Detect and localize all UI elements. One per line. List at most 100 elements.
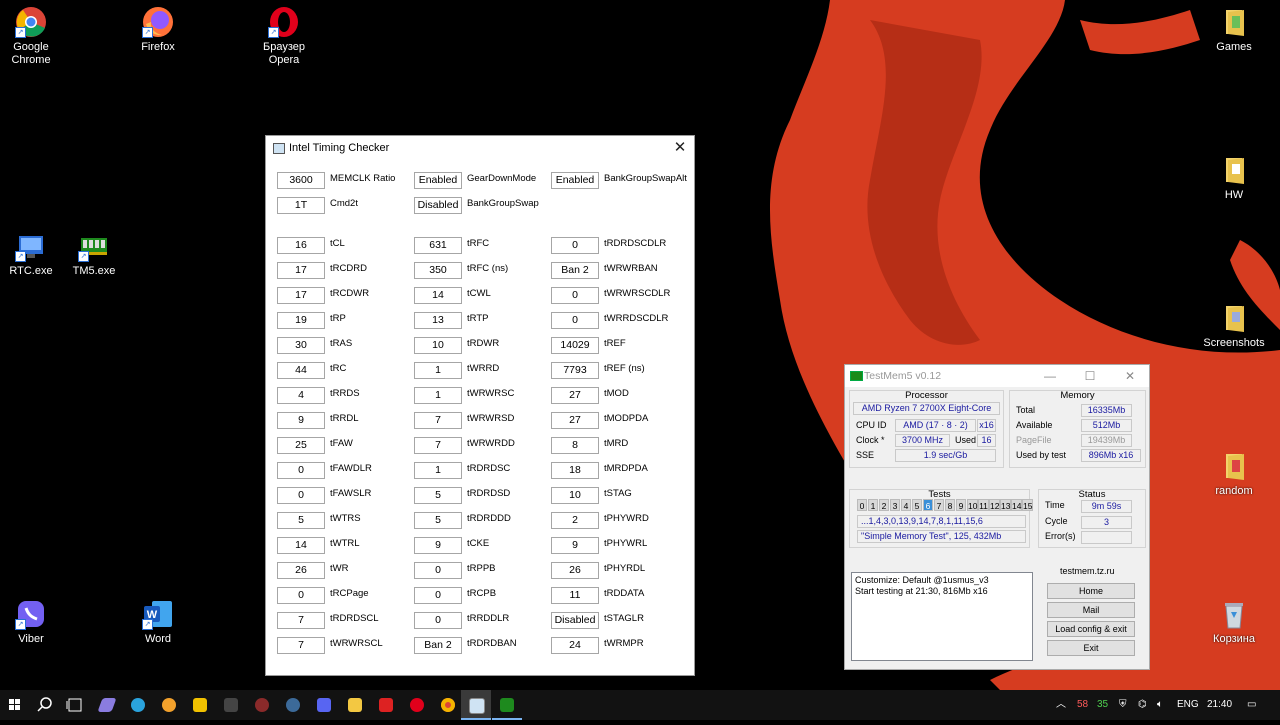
test-cell: 3 — [890, 499, 900, 511]
desktop-icon-opera[interactable]: ↗ Браузер Opera — [252, 6, 316, 67]
taskbar: ︿ 58 35 ⛨ ⌬ 🔈︎ ENG 21:40 ▭ — [0, 690, 1280, 720]
volume-icon[interactable]: 🔈︎ — [1157, 690, 1163, 720]
desktop-icon-viber[interactable]: ↗ Viber — [0, 598, 63, 646]
timing-label: tRFC — [467, 238, 490, 249]
desktop-icon-word[interactable]: W ↗ Word — [126, 598, 190, 646]
taskbar-app-feather[interactable] — [92, 690, 122, 720]
timing-value: 14 — [277, 537, 325, 554]
timing-label: tREF (ns) — [604, 363, 645, 374]
close-icon[interactable]: ✕ — [1117, 367, 1143, 385]
clock[interactable]: 21:40 — [1207, 690, 1232, 720]
timing-label: tRP — [330, 313, 346, 324]
taskbar-app-red[interactable] — [247, 690, 277, 720]
minimize-icon[interactable]: — — [1037, 367, 1063, 385]
desktop-icon-games[interactable]: Games — [1202, 6, 1266, 54]
timing-label: tRDRDDD — [467, 513, 511, 524]
desktop-icon-rtc[interactable]: ↗ RTC.exe — [0, 230, 63, 278]
test-cell: 5 — [912, 499, 922, 511]
taskbar-app-discord[interactable] — [309, 690, 339, 720]
task-view-button[interactable] — [60, 690, 90, 720]
available-label: Available — [1016, 420, 1053, 430]
taskbar-app-tm5[interactable] — [492, 690, 522, 720]
timing-label: tPHYWRD — [604, 513, 649, 524]
timing-value: 9 — [551, 537, 599, 554]
folder-icon — [1218, 450, 1250, 482]
taskbar-app-game[interactable] — [216, 690, 246, 720]
timing-value: 5 — [277, 512, 325, 529]
timing-value: 10 — [414, 337, 462, 354]
exit-button[interactable]: Exit — [1047, 640, 1135, 656]
download-icon — [379, 698, 393, 712]
taskbar-app-explorer[interactable] — [340, 690, 370, 720]
chrome-icon: ↗ — [15, 6, 47, 38]
timing-value: Enabled — [551, 172, 599, 189]
opera-icon: ↗ — [268, 6, 300, 38]
timing-label: tWRWRSD — [467, 413, 515, 424]
timing-value: 350 — [414, 262, 462, 279]
language-indicator[interactable]: ENG — [1177, 690, 1199, 720]
load-config-exit-button[interactable]: Load config & exit — [1047, 621, 1135, 637]
timing-value: 7 — [277, 612, 325, 629]
pagefile-value: 19439Mb — [1081, 434, 1132, 447]
taskbar-app-telegram[interactable] — [123, 690, 153, 720]
timing-value: 7793 — [551, 362, 599, 379]
timing-label: tMOD — [604, 388, 629, 399]
window-titlebar[interactable]: TestMem5 v0.12 — ☐ ✕ — [845, 365, 1149, 387]
timing-value: 8 — [551, 437, 599, 454]
desktop-icon-chrome[interactable]: ↗ Google Chrome — [0, 6, 63, 67]
desktop-icon-firefox[interactable]: ↗ Firefox — [126, 6, 190, 54]
desktop-icon-screenshots[interactable]: Screenshots — [1202, 302, 1266, 350]
desktop-icon-label: HW — [1224, 189, 1244, 201]
timing-value: 5 — [414, 512, 462, 529]
viber-icon: ↗ — [15, 598, 47, 630]
notifications-icon[interactable]: ▭ — [1247, 690, 1256, 720]
mail-button[interactable]: Mail — [1047, 602, 1135, 618]
network-icon[interactable]: ⌬ — [1138, 690, 1147, 720]
timing-label: tRCPB — [467, 588, 497, 599]
desktop-icon-label: Screenshots — [1203, 337, 1265, 349]
timing-value: 26 — [551, 562, 599, 579]
timing-value: 24 — [551, 637, 599, 654]
test-cell: 2 — [879, 499, 889, 511]
desktop-icon-random[interactable]: random — [1202, 450, 1266, 498]
timing-value: 3600 — [277, 172, 325, 189]
taskbar-app-bolt[interactable] — [185, 690, 215, 720]
start-button[interactable] — [0, 690, 30, 720]
timing-label: tWR — [330, 563, 349, 574]
test-sequence: ...1,4,3,0,13,9,14,7,8,1,11,15,6 — [857, 515, 1026, 528]
test-cell: 4 — [901, 499, 911, 511]
home-button[interactable]: Home — [1047, 583, 1135, 599]
tray-chevron-icon[interactable]: ︿ — [1056, 690, 1066, 720]
timing-label: tRC — [330, 363, 347, 374]
taskbar-app-chrome[interactable] — [433, 690, 463, 720]
maximize-icon[interactable]: ☐ — [1077, 367, 1103, 385]
desktop-icon-label: Google Chrome — [11, 41, 51, 66]
timing-label: tRDDATA — [604, 588, 645, 599]
timing-label: tWRWRSCDLR — [604, 288, 671, 299]
search-icon — [37, 697, 52, 712]
taskbar-app-aimp[interactable] — [154, 690, 184, 720]
timing-value: 14029 — [551, 337, 599, 354]
log-textarea[interactable]: Customize: Default @1usmus_v3 Start test… — [851, 572, 1033, 661]
window-titlebar[interactable]: Intel Timing Checker ✕ — [266, 136, 694, 160]
ram-icon — [850, 371, 863, 381]
taskbar-app-itc[interactable] — [461, 690, 491, 720]
timing-value: Ban 2 — [551, 262, 599, 279]
desktop-icon-tm5[interactable]: ↗ TM5.exe — [62, 230, 126, 278]
search-button[interactable] — [30, 690, 60, 720]
taskbar-app-downloader[interactable] — [371, 690, 401, 720]
desktop-icon-hw[interactable]: HW — [1202, 154, 1266, 202]
timing-label: tPHYRDL — [604, 563, 646, 574]
timing-label: tREF — [604, 338, 626, 349]
aimp-icon — [162, 698, 176, 712]
timing-label: GearDownMode — [467, 173, 537, 184]
timing-value: Disabled — [551, 612, 599, 629]
taskbar-app-steam[interactable] — [278, 690, 308, 720]
taskbar-app-opera[interactable] — [402, 690, 432, 720]
desktop-icon-recycle-bin[interactable]: Корзина — [1202, 598, 1266, 646]
close-icon[interactable]: ✕ — [666, 136, 694, 160]
intel-timing-checker-window[interactable]: Intel Timing Checker ✕ 3600 MEMCLK Ratio… — [265, 135, 695, 676]
test-cell: 11 — [978, 499, 989, 511]
testmem5-window[interactable]: TestMem5 v0.12 — ☐ ✕ Processor AMD Ryzen… — [844, 364, 1150, 670]
shield-icon[interactable]: ⛨ — [1119, 690, 1127, 720]
